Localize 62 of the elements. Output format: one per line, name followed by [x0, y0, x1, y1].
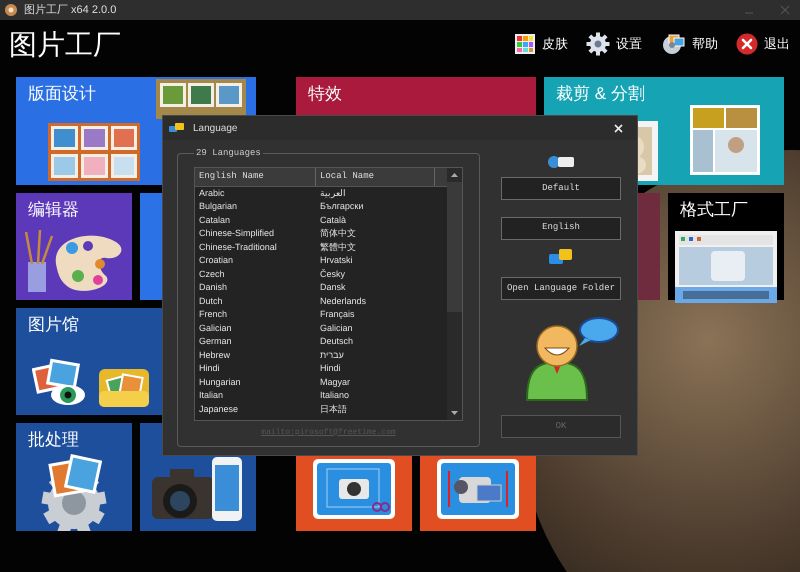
photo-strip-icon	[156, 79, 246, 119]
app-icon	[4, 3, 18, 17]
local-name[interactable]: 简体中文	[316, 227, 435, 240]
local-name[interactable]: Hrvatski	[316, 254, 435, 268]
app-name: 图片工厂	[9, 28, 121, 62]
local-name[interactable]: 日本語	[316, 402, 435, 416]
dialog-button[interactable]: Open Language Folder	[501, 276, 621, 300]
local-name[interactable]: Hindi	[316, 362, 435, 376]
feature-tile[interactable]: 格式工厂	[668, 193, 784, 300]
language-name[interactable]: Chinese-Simplified	[195, 227, 316, 240]
language-name[interactable]: Danish	[195, 281, 316, 294]
tile-title: 版面设计	[28, 83, 96, 105]
local-name[interactable]: العربية	[316, 186, 435, 200]
camera-scissors-icon	[313, 459, 395, 519]
video-camera-icon	[437, 459, 519, 519]
local-name[interactable]: Česky	[316, 268, 435, 281]
column-header[interactable]: English Name	[195, 168, 316, 186]
language-name[interactable]: Dutch	[195, 294, 316, 308]
local-name[interactable]: עברית	[316, 348, 435, 362]
feature-tile[interactable]: 批处理	[16, 423, 132, 531]
local-name[interactable]: Dansk	[316, 281, 435, 294]
local-name[interactable]: Български	[316, 200, 435, 214]
gear-photos-icon	[660, 32, 686, 56]
feature-tile[interactable]: 编辑器	[16, 193, 132, 300]
scrollbar[interactable]	[447, 168, 462, 420]
column-header[interactable]: Local Name	[316, 168, 435, 186]
close-icon	[736, 33, 758, 55]
dialog-title: Language	[193, 122, 238, 136]
local-name[interactable]: 繁體中文	[316, 240, 435, 254]
local-name[interactable]: Italiano	[316, 389, 435, 402]
language-name[interactable]: Croatian	[195, 254, 316, 268]
local-name[interactable]: Deutsch	[316, 335, 435, 348]
local-name[interactable]: Galician	[316, 322, 435, 335]
language-name[interactable]: Catalan	[195, 214, 316, 227]
local-name[interactable]: Català	[316, 214, 435, 227]
local-name[interactable]: Magyar	[316, 376, 435, 389]
window-title: 图片工厂 x64 2.0.0	[24, 2, 116, 18]
chat-bubbles-icon	[549, 248, 573, 266]
local-name[interactable]: Nederlands	[316, 294, 435, 308]
scroll-thumb[interactable]	[447, 182, 462, 312]
toolbar-button[interactable]: 帮助	[660, 32, 718, 56]
tile-title: 特效	[308, 83, 342, 105]
color-grid-icon	[514, 33, 536, 55]
language-name[interactable]: Czech	[195, 268, 316, 281]
toolbar-button[interactable]: 退出	[736, 33, 790, 55]
toolbar-button[interactable]: 设置	[586, 32, 642, 56]
tile-title: 格式工厂	[680, 199, 748, 221]
dialog-button[interactable]: Default	[501, 177, 621, 200]
language-name[interactable]: Bulgarian	[195, 200, 316, 214]
language-name[interactable]: Chinese-Traditional	[195, 240, 316, 254]
speech-bubble-icon	[169, 123, 185, 133]
photo-grid-icon	[48, 123, 140, 181]
dialog-button[interactable]: English	[501, 216, 621, 240]
tile-title: 编辑器	[28, 199, 79, 221]
settings-icon	[586, 32, 610, 56]
tile-title: 批处理	[28, 429, 79, 451]
tile-title: 图片馆	[28, 314, 79, 336]
language-name[interactable]: Arabic	[195, 186, 316, 200]
tile-title: 裁剪 & 分割	[556, 83, 645, 105]
local-name[interactable]: Français	[316, 308, 435, 322]
photo-collage-icon	[690, 105, 760, 175]
toolbar-button[interactable]: 皮肤	[514, 33, 568, 55]
